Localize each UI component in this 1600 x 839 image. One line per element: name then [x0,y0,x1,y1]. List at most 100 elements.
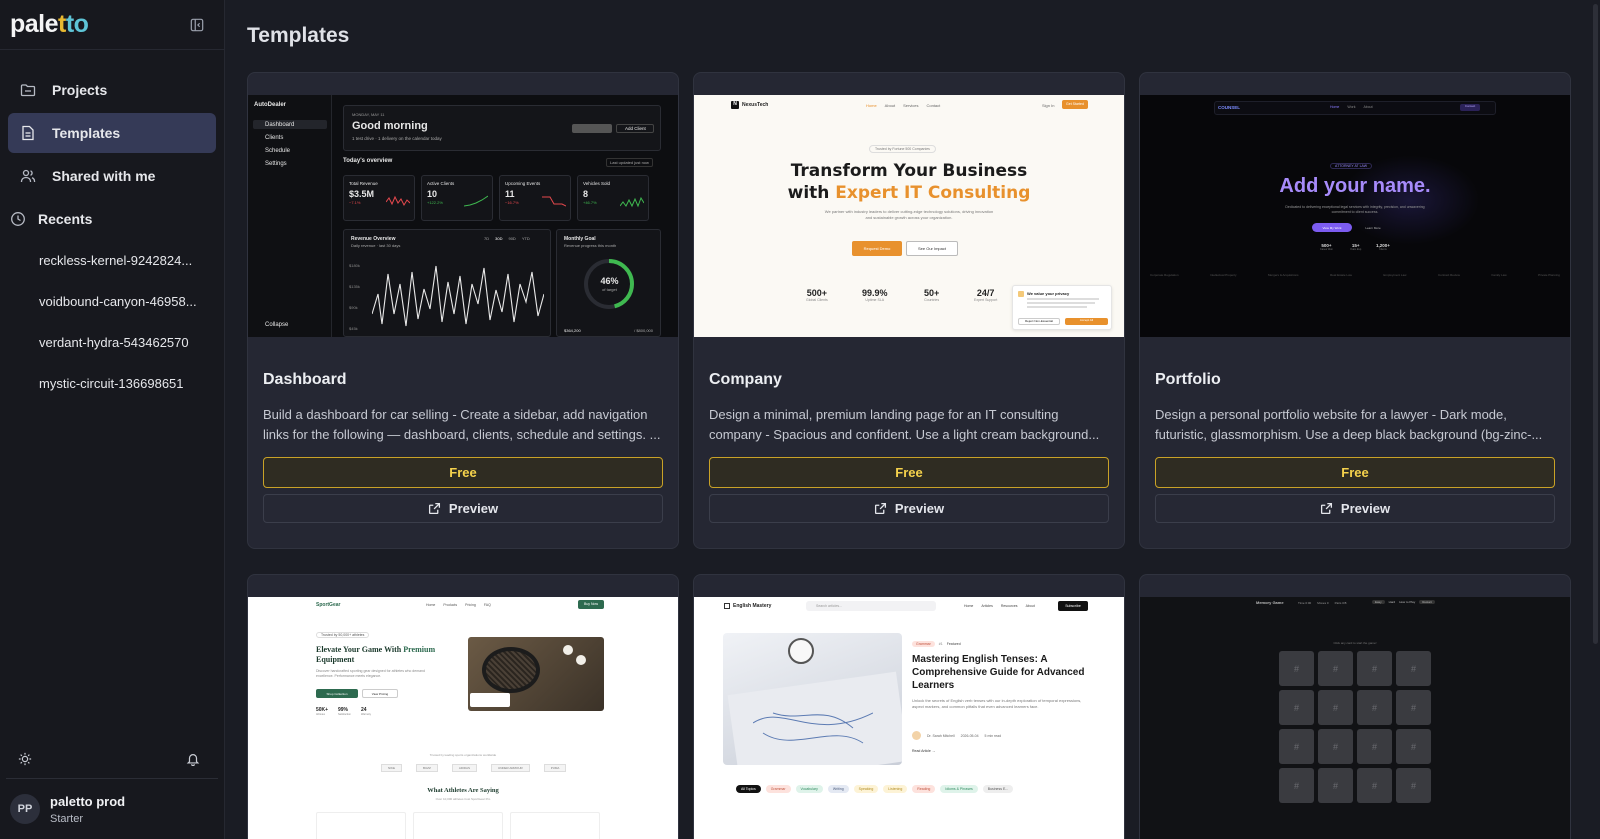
thumb-trusted: Trusted by leading sports organizations … [429,753,497,757]
thumb-btn2: See Our Impact [906,241,958,256]
memory-card: # [1357,690,1392,725]
template-card-memory[interactable]: Memory Game Time 0:00 Moves 0 Pairs 0/8 … [1139,574,1571,839]
recent-item[interactable]: reckless-kernel-9242824... [0,240,224,281]
thumb-rev-tab: 7D [484,236,490,241]
memory-card: # [1396,768,1431,803]
preview-button[interactable]: Preview [263,494,663,523]
recent-item[interactable]: mystic-circuit-136698651 [0,363,224,404]
user-account[interactable]: PP paletto prod Starter [0,779,224,839]
thumb-cookie-banner: We value your privacy Reject Non-Essenti… [1012,285,1112,330]
preview-button[interactable]: Preview [709,494,1109,523]
external-link-icon [874,502,887,515]
template-card-english[interactable]: English Mastery Search articles... Home … [693,574,1125,839]
page-title: Templates [247,24,350,47]
sidebar-item-templates[interactable]: Templates [8,113,216,153]
thumb-area: Corporate Regulation [1150,273,1179,277]
thumb-logo: ADIDAS [451,764,478,772]
free-button[interactable]: Free [263,457,663,488]
thumb-stat-label: Expert Support [974,298,998,302]
paletto-logo[interactable]: pale t to [10,10,89,39]
memory-card: # [1396,729,1431,764]
memory-card: # [1396,690,1431,725]
thumb-stat-label: Countries [924,298,940,302]
thumb-goal-title: Monthly Goal [564,236,596,242]
thumb-btn1: Shop Collection [316,689,358,698]
thumb-chip: Grammar [765,785,791,793]
thumb-logo: PUMA [543,764,567,772]
template-card-company[interactable]: N NexusTech Home About Services Contact … [693,72,1125,549]
thumb-signin: Sign In [1042,103,1055,108]
thumb-btn2: Learn More [1365,226,1381,230]
thumb-stat: Time 0:00 [1298,601,1312,605]
thumb-featured: Featured [946,642,961,646]
portfolio-thumbnail[interactable]: COUNSEL Home Work About Contact ATTORNEY… [1140,95,1570,337]
thumb-area: Contract Review [1437,273,1460,277]
thumb-area: Intellectual Property [1210,273,1237,277]
thumb-rev-tab: 90D [508,236,516,241]
free-button[interactable]: Free [709,457,1109,488]
thumb-btn: Easy [1372,600,1385,604]
template-card-dashboard[interactable]: AutoDealer Dashboard Clients Schedule Se… [247,72,679,549]
thumb-badge: ATTORNEY AT LAW [1330,163,1373,169]
thumb-chip: Writing [827,785,849,793]
free-button[interactable]: Free [1155,457,1555,488]
thumb-btn2: View Pricing [362,689,398,698]
thumb-tag: Grammar [912,641,935,647]
thumb-rev-tick: $90k [349,305,358,310]
english-thumbnail[interactable]: English Mastery Search articles... Home … [694,597,1124,839]
thumb-area: Employment Law [1383,273,1407,277]
thumb-add-client: Add Client [616,124,654,133]
thumb-nav-item: About [1025,604,1035,608]
template-card-sportgear[interactable]: SportGear Home Products Pricing FAQ Buy … [247,574,679,839]
memory-card: # [1318,729,1353,764]
theme-toggle-sun-icon[interactable] [16,750,34,768]
recent-item[interactable]: voidbound-canyon-46958... [0,281,224,322]
thumb-chip: Business E... [982,785,1014,793]
sidebar-item-shared[interactable]: Shared with me [8,156,216,196]
racket-photo [468,637,604,711]
thumb-stat-label: Upcoming Events [505,181,541,186]
main-scrollbar[interactable] [1593,4,1598,644]
thumb-area: Mergers & Acquisitions [1268,273,1299,277]
recent-item[interactable]: verdant-hydra-543462570 [0,322,224,363]
thumb-read-link: Read Article → [912,749,936,753]
memory-card: # [1357,651,1392,686]
thumb-nav-item: Contact [926,103,941,108]
collapse-sidebar-icon[interactable] [188,16,206,34]
user-name: paletto prod [50,793,126,809]
thumb-cta: Get Started [1062,100,1088,109]
thumb-body: Discover handcrafted sporting gear desig… [316,669,425,678]
thumb-rev-tick: $45k [349,326,358,331]
thumb-area: Private Planning [1538,273,1560,277]
sidebar-item-projects[interactable]: Projects [8,70,216,110]
dashboard-thumbnail[interactable]: AutoDealer Dashboard Clients Schedule Se… [248,95,678,337]
thumb-subscribe: Subscribe [1058,601,1088,611]
logo-row: pale t to [0,0,224,50]
company-thumbnail[interactable]: N NexusTech Home About Services Contact … [694,95,1124,337]
thumb-chip: Speaking [853,785,879,793]
recents-list: reckless-kernel-9242824... voidbound-can… [0,240,224,404]
thumb-btn1: Request Demo [852,241,902,256]
thumb-sub: 1 test drive · 1 delivery on the calenda… [352,136,442,141]
thumb-chip: Reading [912,785,936,793]
thumb-nav-item: Clients [265,135,284,141]
thumb-stat-value: 99.9% [862,288,888,298]
utility-row [6,739,218,779]
thumb-stat-label: Satisfaction [338,713,351,716]
thumb-hero-pre: with [787,183,836,203]
thumb-stat-label: Total Revenue [349,181,378,186]
card-title: Company [709,371,782,388]
template-card-portfolio[interactable]: COUNSEL Home Work About Contact ATTORNEY… [1139,72,1571,549]
thumb-brand: Memory Game [1256,600,1284,605]
thumb-section-title: What Athletes Are Saying [427,787,499,794]
thumb-cta: Buy Now [578,600,604,609]
thumb-rev-title: Revenue Overview [351,236,396,242]
sportgear-thumbnail[interactable]: SportGear Home Products Pricing FAQ Buy … [248,597,678,839]
thumb-stat-label: Cases Won [1320,248,1333,251]
thumb-nav-item: FAQ [483,603,491,607]
preview-button[interactable]: Preview [1155,494,1555,523]
bell-icon[interactable] [184,750,202,768]
thumb-rev-sub: Daily revenue · last 30 days [351,243,401,248]
memory-thumbnail[interactable]: Memory Game Time 0:00 Moves 0 Pairs 0/8 … [1140,597,1570,839]
sidebar-item-label: Shared with me [52,168,156,184]
